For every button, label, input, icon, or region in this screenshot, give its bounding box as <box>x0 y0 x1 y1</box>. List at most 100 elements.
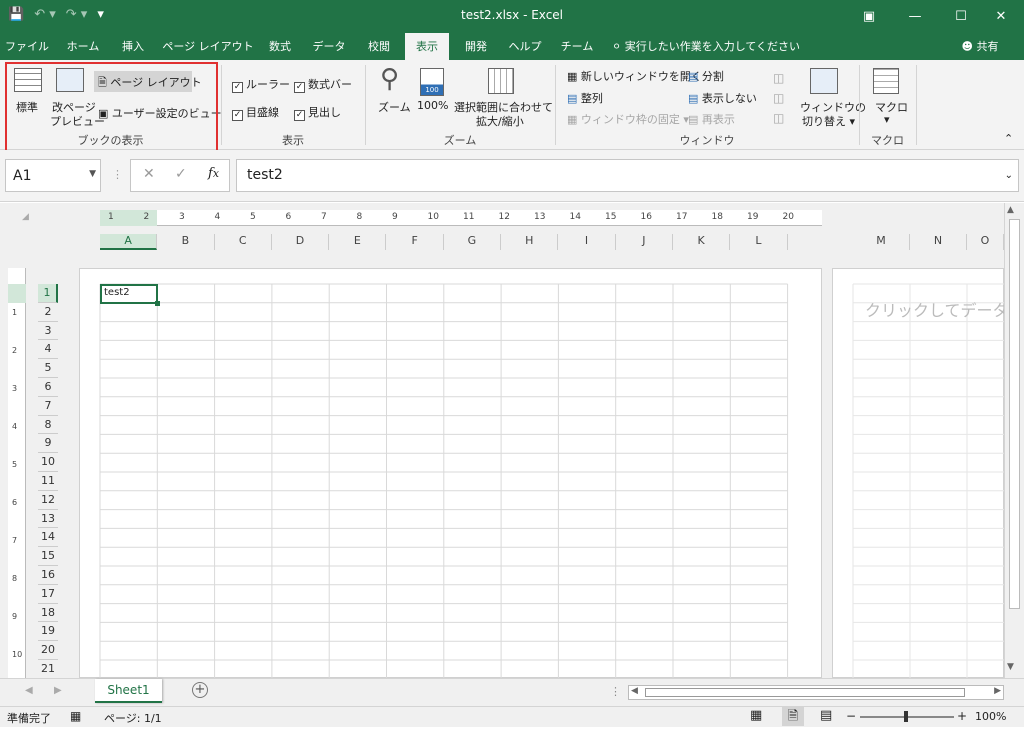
ruler-checkbox[interactable]: ✓ ルーラー <box>232 76 290 93</box>
row-header-5[interactable]: 5 <box>38 359 58 378</box>
column-header-j[interactable]: J <box>615 234 673 250</box>
share-button[interactable]: ☻ 共有 <box>955 33 1005 60</box>
macro-dropdown-icon[interactable]: ▾ <box>884 113 890 126</box>
row-header-18[interactable]: 18 <box>38 604 58 623</box>
zoom-out-icon[interactable]: − <box>846 709 856 723</box>
enter-icon[interactable]: ✓ <box>175 166 187 182</box>
tab-split-grip[interactable]: ⋮ <box>610 685 621 698</box>
tab-formulas[interactable]: 数式 <box>260 33 300 60</box>
horizontal-scrollbar[interactable]: ◀ ▶ <box>628 685 1004 700</box>
hide-button[interactable]: ▤ 表示しない <box>688 90 757 106</box>
switch-windows-icon[interactable] <box>810 68 838 94</box>
scroll-left-icon[interactable]: ◀ <box>631 686 638 696</box>
side-by-side-icons[interactable]: ◫ ◫ ◫ <box>773 68 784 128</box>
zoom-100-button[interactable]: 100% <box>417 99 448 112</box>
scroll-right-icon[interactable]: ▶ <box>994 686 1001 696</box>
sheet-tab-sheet1[interactable]: Sheet1 <box>95 679 162 703</box>
row-header-4[interactable]: 4 <box>38 340 58 360</box>
tab-insert[interactable]: 挿入 <box>112 33 154 60</box>
row-header-8[interactable]: 8 <box>38 416 58 435</box>
row-header-21[interactable]: 21 <box>38 660 58 679</box>
column-header-o[interactable]: O <box>967 234 1004 250</box>
cancel-icon[interactable]: ✕ <box>143 166 155 182</box>
gridlines-checkbox[interactable]: ✓ 目盛線 <box>232 104 279 121</box>
collapse-ribbon-icon[interactable]: ⌃ <box>1004 132 1013 145</box>
row-header-6[interactable]: 6 <box>38 378 58 397</box>
ribbon-display-icon[interactable]: ▣ <box>846 0 892 33</box>
macro-button[interactable]: マクロ <box>875 99 908 115</box>
normal-view-status-icon[interactable]: ▦ <box>750 708 762 723</box>
expand-formula-icon[interactable]: ⌄ <box>1005 170 1013 181</box>
new-window-button[interactable]: ▦ 新しいウィンドウを開く <box>567 68 702 84</box>
tab-team[interactable]: チーム <box>554 33 600 60</box>
row-header-16[interactable]: 16 <box>38 566 58 585</box>
tab-data[interactable]: データ <box>306 33 352 60</box>
column-header-d[interactable]: D <box>271 234 330 250</box>
page-layout-status-icon[interactable]: 🗎 <box>782 707 804 726</box>
row-header-2[interactable]: 2 <box>38 303 58 322</box>
unhide-button[interactable]: ▤ 再表示 <box>688 111 735 127</box>
column-header-k[interactable]: K <box>673 234 731 250</box>
insert-function-icon[interactable]: fx <box>208 166 219 181</box>
split-button[interactable]: ▤ 分割 <box>688 68 724 84</box>
column-header-l[interactable]: L <box>730 234 788 250</box>
tab-developer[interactable]: 開発 <box>455 33 497 60</box>
tab-help[interactable]: ヘルプ <box>502 33 548 60</box>
zoom-slider[interactable] <box>860 711 954 722</box>
tab-home[interactable]: ホーム <box>58 33 108 60</box>
row-header-13[interactable]: 13 <box>38 510 58 529</box>
zoom-in-icon[interactable]: + <box>957 709 967 723</box>
tab-view[interactable]: 表示 <box>405 33 449 60</box>
add-sheet-icon[interactable]: + <box>192 682 208 698</box>
scroll-up-icon[interactable]: ▲ <box>1007 205 1014 215</box>
macro-record-icon[interactable]: ▦ <box>70 709 81 723</box>
select-all-icon[interactable]: ◢ <box>22 212 29 222</box>
row-header-20[interactable]: 20 <box>38 641 58 660</box>
row-header-15[interactable]: 15 <box>38 547 58 566</box>
prev-sheet-icon[interactable]: ◀ <box>25 685 33 696</box>
zoom-slider-thumb[interactable] <box>904 711 908 722</box>
column-header-g[interactable]: G <box>443 234 502 250</box>
zoom-percent[interactable]: 100% <box>975 710 1006 723</box>
scroll-thumb[interactable] <box>1009 219 1020 609</box>
chevron-down-icon[interactable]: ▼ <box>89 169 96 179</box>
vertical-ruler[interactable]: 1 2 3 4 5 6 7 8 9 10 <box>8 268 26 678</box>
tab-page-layout[interactable]: ページ レイアウト <box>160 33 256 60</box>
minimize-button[interactable]: — <box>892 0 938 33</box>
zoom-to-selection-icon[interactable] <box>488 68 514 94</box>
next-sheet-icon[interactable]: ▶ <box>54 685 62 696</box>
row-header-10[interactable]: 10 <box>38 453 58 472</box>
row-header-3[interactable]: 3 <box>38 322 58 341</box>
formula-input[interactable]: test2 ⌄ <box>236 159 1019 192</box>
row-header-7[interactable]: 7 <box>38 397 58 416</box>
column-header-n[interactable]: N <box>910 234 967 250</box>
arrange-button[interactable]: ▤ 整列 <box>567 90 603 106</box>
page-break-status-icon[interactable]: ▤ <box>820 708 832 723</box>
zoom-button[interactable]: ズーム <box>378 99 411 115</box>
formula-bar-checkbox[interactable]: ✓ 数式バー <box>294 76 352 93</box>
row-header-14[interactable]: 14 <box>38 528 58 548</box>
switch-windows-label-2[interactable]: 切り替え ▾ <box>802 113 855 129</box>
headings-checkbox[interactable]: ✓ 見出し <box>294 104 341 121</box>
freeze-panes-button[interactable]: ▦ ウィンドウ枠の固定 ▾ <box>567 111 689 127</box>
vertical-scrollbar[interactable]: ▲ ▼ <box>1004 203 1024 678</box>
column-header-b[interactable]: B <box>157 234 215 250</box>
hundred-percent-icon[interactable]: 100 <box>420 68 444 96</box>
row-header-1[interactable]: 1 <box>38 284 58 303</box>
name-box[interactable]: A1 ▼ <box>5 159 101 192</box>
scroll-down-icon[interactable]: ▼ <box>1007 662 1014 672</box>
cell-a1[interactable]: test2 <box>100 284 160 306</box>
column-header-c[interactable]: C <box>214 234 272 250</box>
tab-review[interactable]: 校閲 <box>358 33 400 60</box>
column-header-h[interactable]: H <box>501 234 559 250</box>
column-header-i[interactable]: I <box>558 234 616 250</box>
page-canvas[interactable]: test2 <box>79 268 822 679</box>
row-header-19[interactable]: 19 <box>38 622 58 642</box>
tab-file[interactable]: ファイル <box>4 33 50 60</box>
horizontal-ruler[interactable]: 1 2 3 4 5 6 7 8 9 10 11 12 13 14 15 16 17 18 19 20 <box>100 210 822 226</box>
row-header-9[interactable]: 9 <box>38 434 58 454</box>
row-header-17[interactable]: 17 <box>38 585 58 604</box>
column-header-f[interactable]: F <box>386 234 444 250</box>
h-scroll-thumb[interactable] <box>645 688 965 697</box>
column-header-m[interactable]: M <box>853 234 910 250</box>
